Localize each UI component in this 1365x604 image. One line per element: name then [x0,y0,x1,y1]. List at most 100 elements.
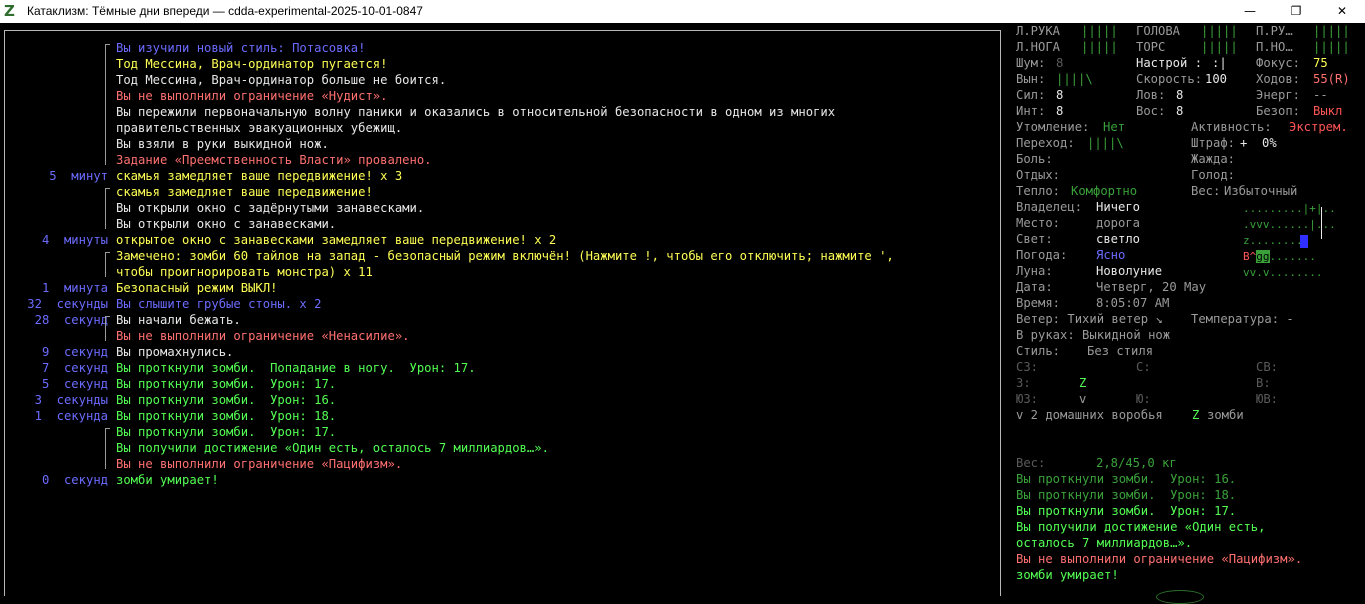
log-message: Вы не выполнили ограничение «Нудист». [116,89,388,103]
place-label: Место: [1016,216,1061,230]
carry-weight-value: 2,8/45,0 кг [1096,456,1177,470]
weather-value: Ясно [1096,248,1126,262]
temperature-text: Температура: - [1191,312,1294,326]
log-group-bracket [105,252,110,277]
log-timestamp: 32 секунды [19,297,108,311]
energy-value: -- [1313,88,1328,102]
limb-r-leg-label: П.НО… [1256,40,1293,54]
mini-log-line: Вы проткнули зомби. Урон: 18. [1016,488,1237,502]
safe-mode-label: Безоп: [1256,104,1301,118]
stamina-bar: ||||\ [1056,72,1093,86]
noise-label: Шум: [1016,56,1046,70]
terrain-arc [1156,590,1204,604]
body-weight-value: Избыточный [1224,184,1298,198]
z-logo-icon: Z [4,2,15,20]
moon-value: Новолуние [1096,264,1163,278]
mood-value: :| [1212,56,1227,70]
int-label: Инт: [1016,104,1046,118]
limb-head-label: ГОЛОВА [1136,24,1181,38]
log-message: Вы взяли в руки выкидной нож. [116,137,329,151]
time-value: 8:05:07 AM [1096,296,1170,310]
log-group-bracket [105,428,110,469]
mini-log-line: Вы не выполнили ограничение «Пацифизм». [1016,552,1303,566]
fatigue-value: Нет [1103,120,1126,134]
log-message: Вы получили достижение «Один есть, остал… [116,441,549,455]
log-message: скамья замедляет ваше передвижение! x 3 [116,169,403,183]
close-button[interactable]: ✕ [1319,0,1365,23]
log-timestamp: 28 секунд [27,313,108,327]
compass-se: ЮВ: [1256,392,1279,406]
compass-sw: ЮЗ: [1016,392,1039,406]
log-message: Тод Мессина, Врач-ординатор больше не бо… [116,73,447,87]
compass-sw-sparrow: v [1079,392,1087,406]
owner-label: Владелец: [1016,200,1083,214]
minimap-row-4: B^gg....... [1243,250,1316,263]
focus-value: 75 [1313,56,1328,70]
log-message: Задание «Преемственность Власти» провале… [116,153,432,167]
str-label: Сил: [1016,88,1046,102]
light-label: Свет: [1016,232,1053,246]
time-label: Время: [1016,296,1061,310]
light-value: светло [1096,232,1141,246]
visible-zombie-glyph: Z [1192,408,1200,422]
date-label: Дата: [1016,280,1053,294]
minimize-button[interactable]: — [1227,0,1273,23]
minimap: .........|+|.. .vvv......|... z.........… [1243,201,1359,279]
transition-label: Переход: [1016,136,1075,150]
style-value: Без стиля [1087,344,1154,358]
compass-ne: СВ: [1256,360,1279,374]
maximize-button[interactable]: ❐ [1273,0,1319,23]
noise-value: 8 [1056,56,1064,70]
log-timestamp: 5 секунд [27,377,108,391]
log-message: Замечено: зомби 60 тайлов на запад - без… [116,249,894,263]
activity-label: Активность: [1191,120,1272,134]
log-message: Вы проткнули зомби. Урон: 17. [116,377,337,391]
penalty-label: Штраф: [1191,136,1236,150]
mini-log-line: Вы проткнули зомби. Урон: 16. [1016,472,1237,486]
owner-value: Ничего [1096,200,1141,214]
log-message: Безопасный режим ВЫКЛ! [116,281,278,295]
transition-bar: ||||\ [1087,136,1124,150]
log-timestamp: 5 минут [34,169,108,183]
log-message: Вы проткнули зомби. Попадание в ногу. Ур… [116,361,476,375]
fatigue-label: Утомление: [1016,120,1090,134]
log-timestamp: 0 секунд [27,473,108,487]
heat-label: Тепло: [1016,184,1061,198]
limb-l-leg-bar: ||||| [1081,40,1118,54]
energy-label: Энерг: [1256,88,1301,102]
focus-label: Фокус: [1256,56,1301,70]
per-value: 8 [1176,104,1184,118]
log-timestamp: 3 секунды [19,393,108,407]
limb-r-leg-bar: ||||| [1313,40,1350,54]
compass-n: С: [1136,360,1151,374]
moves-value: 55(R) [1313,72,1350,86]
compass-w: З: [1016,376,1031,390]
message-log-panel[interactable]: Вы изучили новый стиль: Потасовка! Тод Ме… [4,30,1001,596]
limb-l-leg-label: Л.НОГА [1016,40,1061,54]
player-marker [1300,235,1308,248]
visible-creatures: v 2 домашних воробья [1016,408,1163,422]
limb-l-arm-bar: ||||| [1081,24,1118,38]
compass-s: Ю: [1136,392,1151,406]
limb-r-arm-bar: ||||| [1313,24,1350,38]
minimap-row-5: vv.v........ [1243,266,1323,279]
log-message: Вы промахнулись. [116,345,234,359]
style-label: Стиль: [1016,344,1061,358]
log-message: Вы не выполнили ограничение «Ненасилие». [116,329,410,343]
log-group-bracket [105,188,110,229]
minimap-wall [1321,207,1322,239]
log-message: Тод Мессина, Врач-ординатор пугается! [116,57,388,71]
dex-value: 8 [1176,88,1184,102]
wind-text: Ветер: Тихий ветер ↘ [1016,312,1163,326]
mini-log-line: Вы получили достижение «Один есть, [1016,520,1266,534]
hunger-label: Голод: [1191,168,1236,182]
penalty-value: + 0% [1240,136,1277,150]
str-value: 8 [1056,88,1064,102]
activity-value: Экстрем. [1289,120,1348,134]
moves-label: Ходов: [1256,72,1301,86]
compass-w-zombie: Z [1079,376,1087,390]
log-message: Вы проткнули зомби. Урон: 16. [116,393,337,407]
rest-label: Отдых: [1016,168,1061,182]
compass-e: В: [1256,376,1271,390]
carry-weight-label: Вес: [1016,456,1046,470]
